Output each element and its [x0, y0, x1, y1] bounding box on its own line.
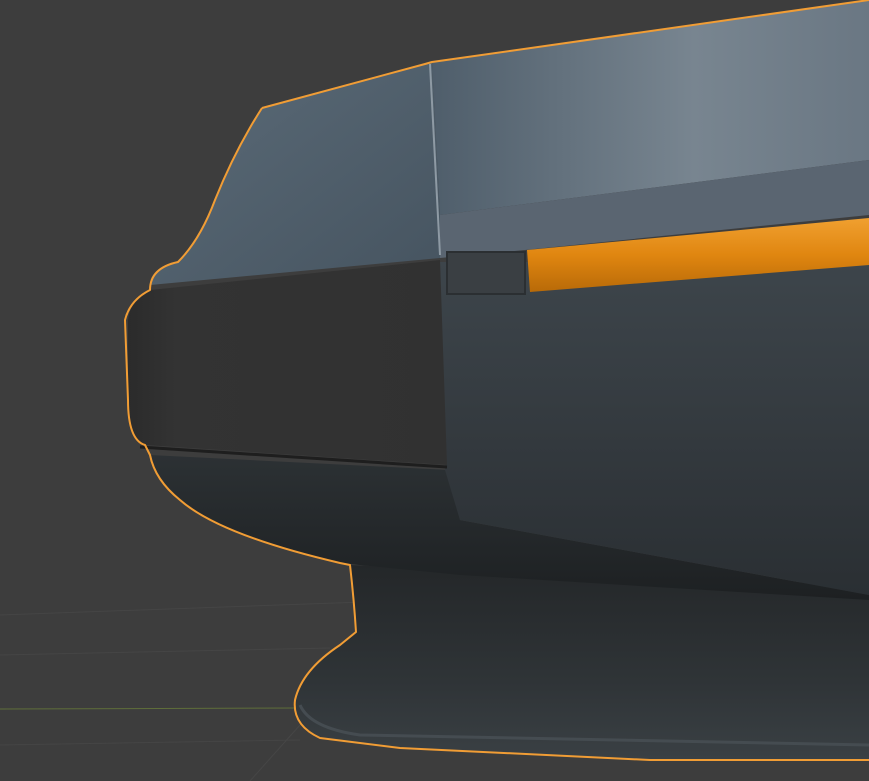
viewport-canvas[interactable]	[0, 0, 869, 781]
x-axis-line	[0, 707, 301, 710]
object-small-block	[446, 251, 526, 295]
3d-viewport[interactable]	[0, 0, 869, 781]
object-front-bumper	[128, 260, 447, 465]
selected-mesh-object[interactable]	[124, 0, 869, 761]
object-front-cap	[150, 62, 440, 285]
